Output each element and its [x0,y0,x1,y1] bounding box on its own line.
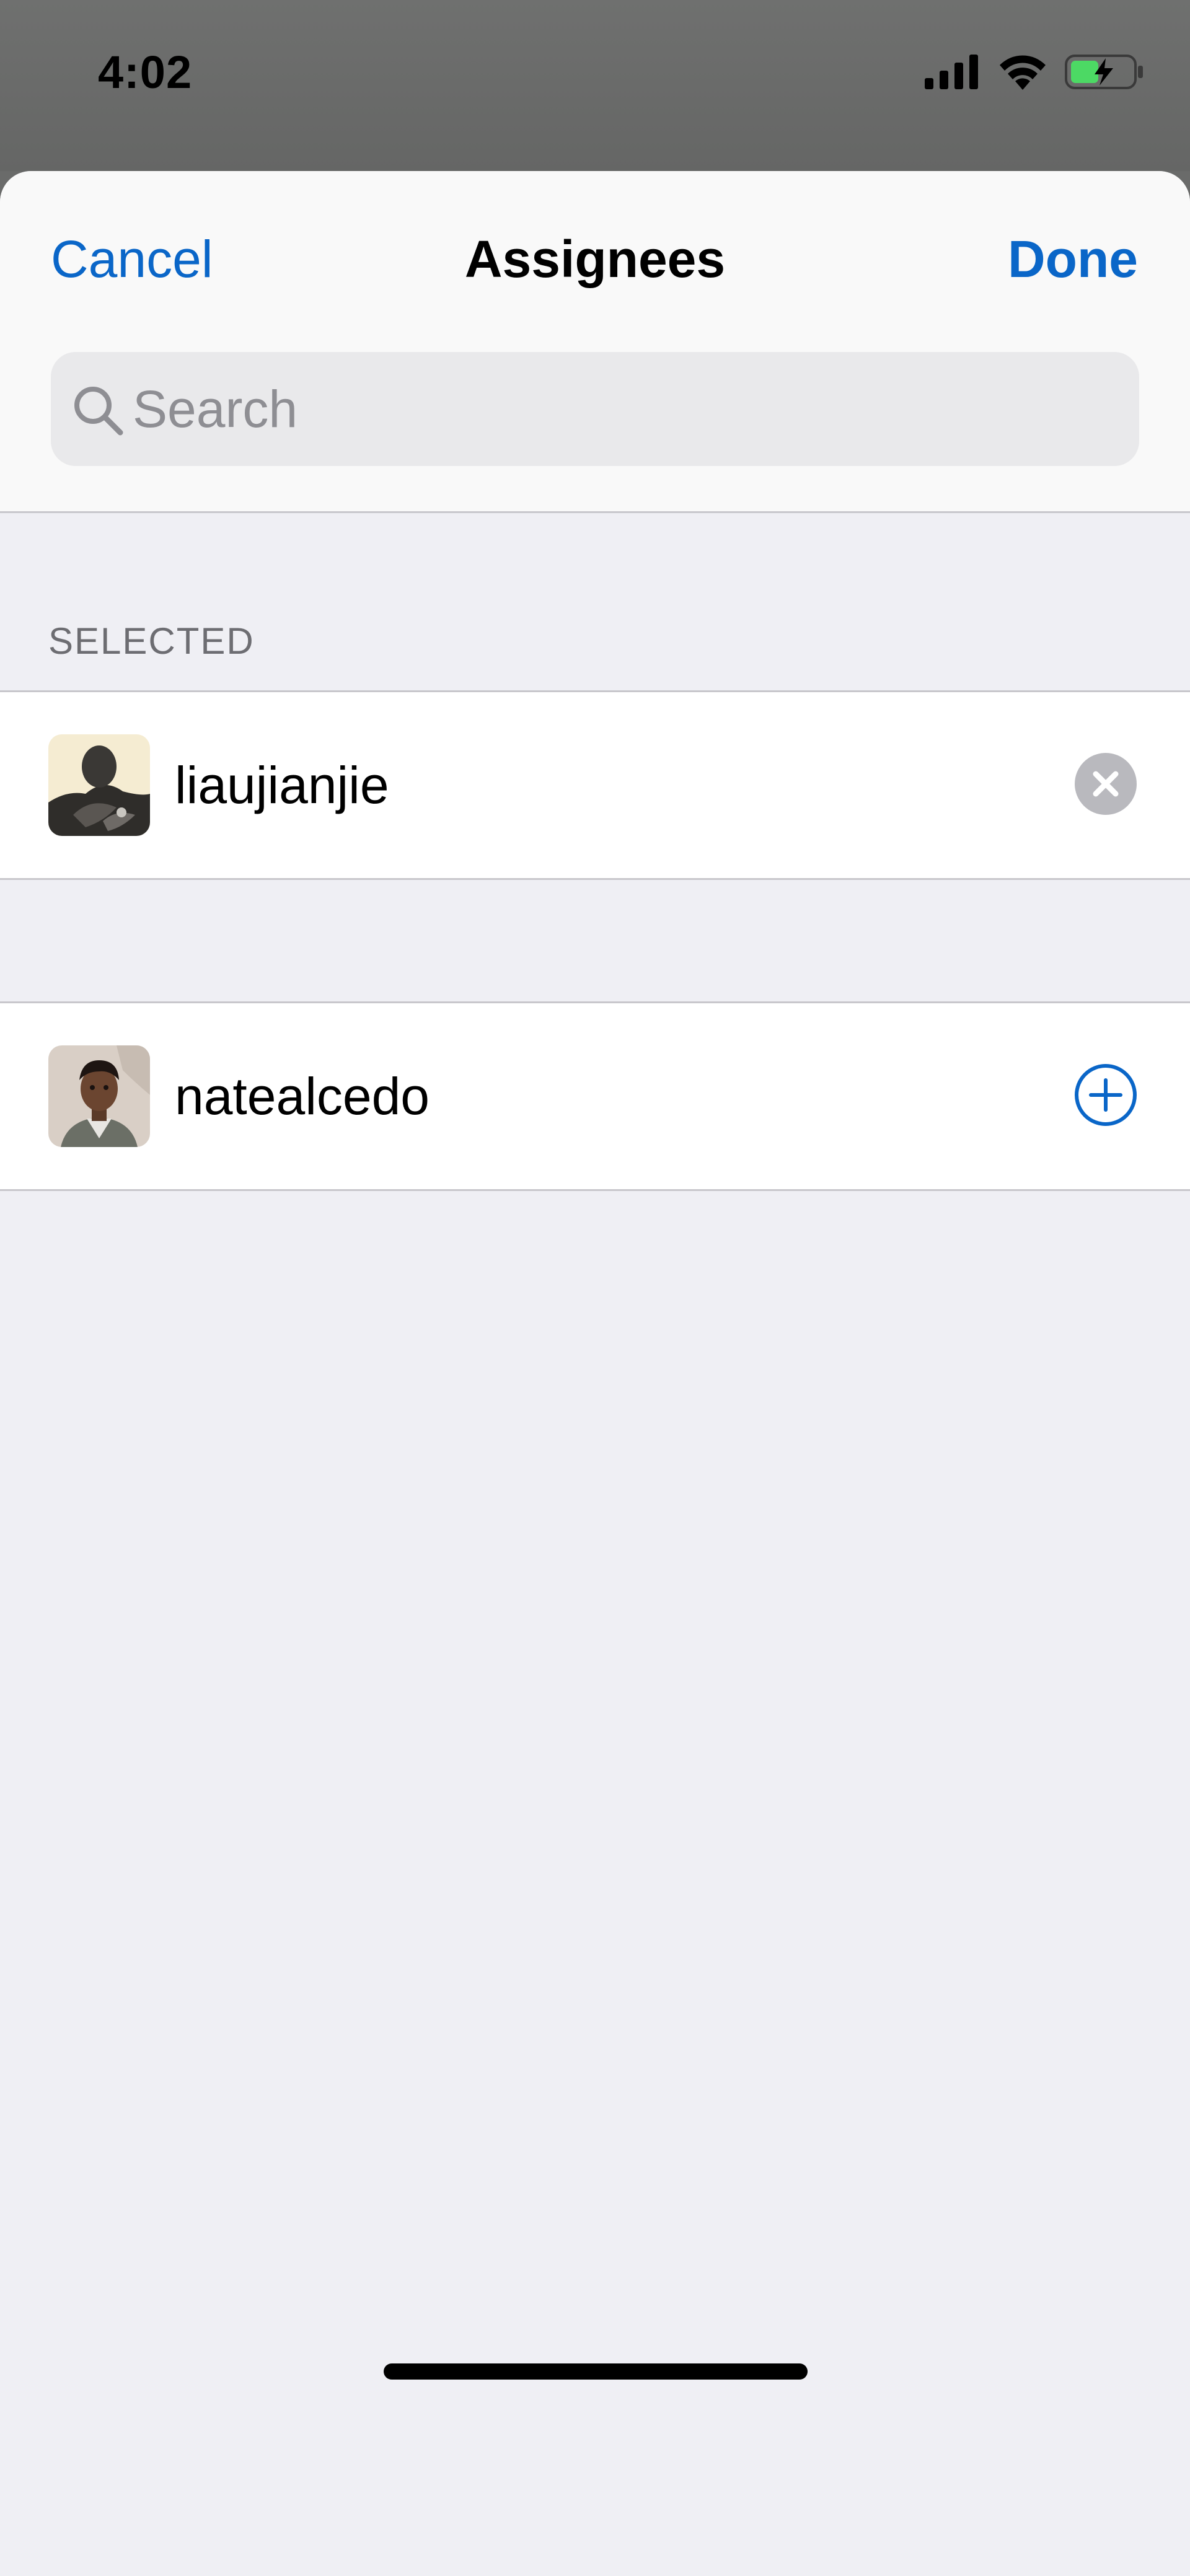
avatar [48,1045,150,1147]
wifi-icon [998,54,1047,93]
search-input[interactable] [133,352,1112,466]
assignees-sheet: Cancel Assignees Done SELECTED [0,171,1190,2576]
done-button[interactable]: Done [1008,229,1138,289]
username-label: liaujianjie [175,756,389,814]
avatar [48,734,150,836]
selected-section-header: SELECTED [48,620,255,662]
battery-charging-icon [1065,53,1144,94]
signal-icon [925,54,981,92]
list-item-available-user[interactable]: natealcedo [0,1001,1190,1191]
cancel-button[interactable]: Cancel [51,229,213,289]
add-assignee-button[interactable] [1014,1034,1138,1158]
add-circle-icon [1073,1063,1138,1130]
remove-assignee-button[interactable] [1014,723,1138,847]
status-time: 4:02 [98,46,193,98]
status-bar: 4:02 [0,0,1190,171]
username-label: natealcedo [175,1067,430,1125]
status-icons [925,52,1144,94]
home-indicator[interactable] [384,2363,808,2380]
list-item-selected-user[interactable]: liaujianjie [0,690,1190,880]
remove-circle-icon [1073,752,1138,819]
search-bar[interactable] [51,352,1139,466]
sheet-header: Cancel Assignees Done [0,171,1190,513]
search-icon [71,383,126,439]
